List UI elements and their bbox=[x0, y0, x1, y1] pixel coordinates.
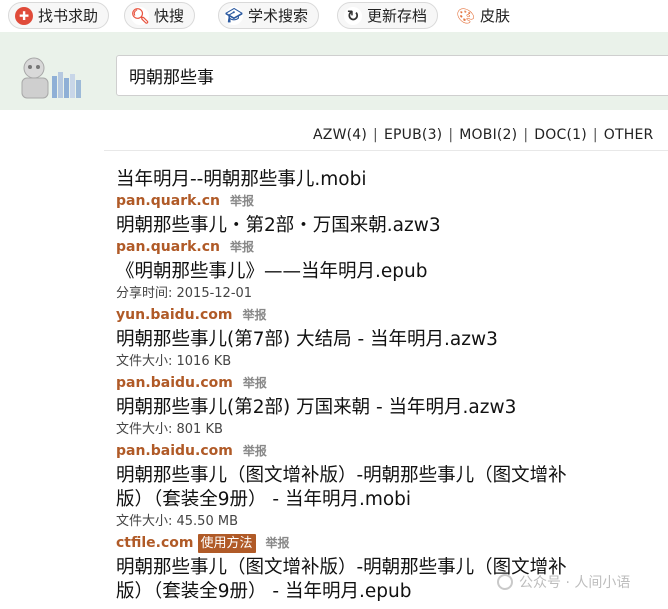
filter-epub[interactable]: EPUB(3) bbox=[384, 127, 442, 143]
result-title-line-2[interactable]: 版）（套装全9册） - 当年明月.mobi bbox=[116, 488, 668, 512]
report-link[interactable]: 举报 bbox=[242, 304, 266, 326]
result-host[interactable]: yun.baidu.com bbox=[116, 304, 232, 326]
report-link[interactable]: 举报 bbox=[243, 372, 267, 394]
report-link[interactable]: 举报 bbox=[230, 236, 254, 258]
result-title-line-1[interactable]: 明朝那些事儿（图文增补版）-明朝那些事儿（图文增补 bbox=[116, 464, 668, 488]
watermark: 公众号 · 人间小语 bbox=[497, 572, 630, 592]
list-item: 明朝那些事儿(第7部) 大结局 - 当年明月.azw3 文件大小: 1016 K… bbox=[116, 328, 668, 394]
list-item: 明朝那些事儿（图文增补版）-明朝那些事儿（图文增补 版）（套装全9册） - 当年… bbox=[116, 464, 668, 554]
academic-search-button[interactable]: 🎓︎ 学术搜索 bbox=[218, 2, 320, 29]
list-item: 当年明月--明朝那些事儿.mobi pan.quark.cn 举报 bbox=[116, 168, 668, 212]
academic-search-label: 学术搜索 bbox=[248, 7, 309, 25]
filter-other[interactable]: OTHER bbox=[604, 127, 654, 143]
quick-search-label: 快搜 bbox=[154, 7, 185, 25]
search-icon: 🔍︎ bbox=[130, 6, 150, 25]
search-bar: 明朝那些事 bbox=[0, 32, 668, 110]
graduation-cap-icon: 🎓︎ bbox=[225, 6, 243, 25]
search-query: 明朝那些事 bbox=[129, 68, 214, 88]
result-file-size: 文件大小: 45.50 MB bbox=[116, 514, 238, 529]
search-input[interactable]: 明朝那些事 bbox=[116, 55, 668, 96]
format-filters: AZW(4) | EPUB(3) | MOBI(2) | DOC(1) | OTHER bbox=[313, 127, 654, 143]
find-book-button[interactable]: ✚ 找书求助 bbox=[8, 2, 110, 29]
skin-button[interactable]: 🎨︎ 皮肤 bbox=[456, 2, 510, 29]
result-title[interactable]: 明朝那些事儿・第2部・万国来朝.azw3 bbox=[116, 214, 668, 238]
skin-label: 皮肤 bbox=[480, 7, 511, 25]
usage-guide-button[interactable]: 使用方法 bbox=[197, 533, 256, 553]
refresh-icon: ↻ bbox=[344, 6, 362, 25]
top-toolbar: ✚ 找书求助 🔍︎ 快搜 🎓︎ 学术搜索 ↻ 更新存档 🎨︎ 皮肤 bbox=[0, 0, 668, 32]
list-item: 明朝那些事儿・第2部・万国来朝.azw3 pan.quark.cn 举报 bbox=[116, 214, 668, 258]
lifebuoy-icon: ✚ bbox=[15, 6, 33, 25]
palette-icon: 🎨︎ bbox=[456, 6, 476, 25]
result-title[interactable]: 当年明月--明朝那些事儿.mobi bbox=[116, 168, 668, 192]
update-archive-label: 更新存档 bbox=[367, 7, 428, 25]
result-host[interactable]: pan.quark.cn bbox=[116, 190, 220, 212]
result-host[interactable]: pan.quark.cn bbox=[116, 236, 220, 258]
result-host[interactable]: ctfile.com bbox=[116, 532, 194, 554]
report-link[interactable]: 举报 bbox=[243, 440, 267, 462]
report-link[interactable]: 举报 bbox=[230, 190, 254, 212]
result-host[interactable]: pan.baidu.com bbox=[116, 372, 233, 394]
result-file-size: 文件大小: 1016 KB bbox=[116, 354, 232, 369]
site-logo[interactable] bbox=[14, 54, 88, 100]
list-item: 明朝那些事儿(第2部) 万国来朝 - 当年明月.azw3 文件大小: 801 K… bbox=[116, 396, 668, 462]
watermark-text: 公众号 · 人间小语 bbox=[519, 575, 631, 591]
results-list: 当年明月--明朝那些事儿.mobi pan.quark.cn 举报 明朝那些事儿・… bbox=[116, 168, 668, 604]
report-link[interactable]: 举报 bbox=[266, 532, 290, 554]
update-archive-button[interactable]: ↻ 更新存档 bbox=[337, 2, 439, 29]
divider bbox=[104, 150, 668, 151]
result-file-size: 文件大小: 801 KB bbox=[116, 422, 223, 437]
result-title[interactable]: 明朝那些事儿(第7部) 大结局 - 当年明月.azw3 bbox=[116, 328, 668, 352]
filter-azw[interactable]: AZW(4) bbox=[313, 127, 367, 143]
quick-search-button[interactable]: 🔍︎ 快搜 bbox=[124, 2, 196, 29]
list-item: 《明朝那些事儿》——当年明月.epub 分享时间: 2015-12-01 yun… bbox=[116, 260, 668, 326]
result-title[interactable]: 《明朝那些事儿》——当年明月.epub bbox=[116, 260, 668, 284]
result-share-time: 分享时间: 2015-12-01 bbox=[116, 286, 253, 301]
filter-mobi[interactable]: MOBI(2) bbox=[459, 127, 517, 143]
result-title[interactable]: 明朝那些事儿(第2部) 万国来朝 - 当年明月.azw3 bbox=[116, 396, 668, 420]
wechat-icon bbox=[497, 574, 513, 590]
filter-doc[interactable]: DOC(1) bbox=[534, 127, 587, 143]
find-book-label: 找书求助 bbox=[38, 7, 99, 25]
result-host[interactable]: pan.baidu.com bbox=[116, 440, 233, 462]
